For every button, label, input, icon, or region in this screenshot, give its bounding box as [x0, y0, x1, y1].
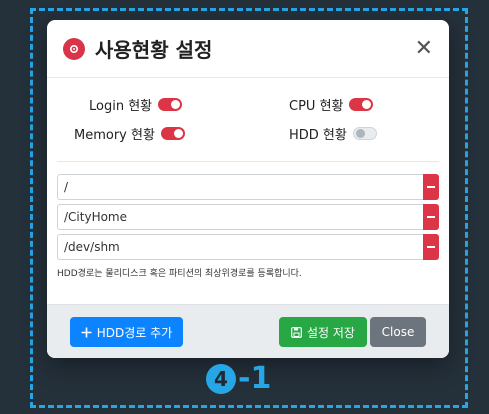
- toggle-switch-memory[interactable]: [160, 127, 185, 140]
- hdd-path-input[interactable]: [57, 204, 423, 230]
- toggle-switch-cpu[interactable]: [349, 98, 374, 111]
- add-hdd-path-label: HDD경로 추가: [96, 325, 173, 340]
- annotation-number-badge: 4: [206, 364, 236, 394]
- usage-settings-modal: 사용현황 설정 ✕ Login 현황 CPU 현황 Memory 현황 HDD …: [47, 20, 449, 358]
- minus-icon: [427, 186, 435, 188]
- gear-icon: [63, 37, 85, 60]
- background: 사용현황 설정 ✕ Login 현황 CPU 현황 Memory 현황 HDD …: [0, 0, 489, 414]
- save-settings-label: 설정 저장: [307, 325, 355, 340]
- modal-title: 사용현황 설정: [95, 38, 213, 62]
- hdd-path-row: [57, 234, 439, 260]
- modal-footer: HDD경로 추가 설정 저장 Close: [47, 304, 449, 358]
- toggle-label-login: Login 현황: [89, 99, 153, 114]
- toggle-section: Login 현황 CPU 현황 Memory 현황 HDD 현황: [57, 78, 439, 162]
- plus-icon: [81, 327, 92, 338]
- toggle-memory[interactable]: Memory 현황: [74, 124, 185, 143]
- annotation-suffix: -1: [238, 361, 272, 396]
- hdd-path-input[interactable]: [57, 234, 423, 260]
- toggle-cpu[interactable]: CPU 현황: [289, 95, 374, 114]
- remove-path-button[interactable]: [423, 174, 439, 200]
- toggle-label-memory: Memory 현황: [74, 128, 155, 143]
- remove-path-button[interactable]: [423, 234, 439, 260]
- toggle-switch-hdd[interactable]: [352, 127, 377, 140]
- close-icon[interactable]: ✕: [415, 37, 433, 60]
- hdd-path-hint: HDD경로는 물리디스크 혹은 파티션의 최상위경로를 등록합니다.: [57, 269, 302, 279]
- minus-icon: [427, 216, 435, 218]
- toggle-label-hdd: HDD 현황: [289, 128, 347, 143]
- save-settings-button[interactable]: 설정 저장: [279, 317, 367, 347]
- hdd-path-row: [57, 204, 439, 230]
- toggle-login[interactable]: Login 현황: [89, 95, 183, 114]
- toggle-label-cpu: CPU 현황: [289, 99, 344, 114]
- toggle-switch-login[interactable]: [158, 98, 183, 111]
- hdd-path-row: [57, 174, 439, 200]
- hdd-path-list: HDD경로는 물리디스크 혹은 파티션의 최상위경로를 등록합니다.: [47, 162, 449, 279]
- annotation-label: 4 -1: [206, 364, 271, 394]
- close-button[interactable]: Close: [370, 317, 426, 347]
- toggle-hdd[interactable]: HDD 현황: [289, 124, 377, 143]
- modal-header: 사용현황 설정 ✕: [47, 20, 449, 78]
- close-button-label: Close: [381, 325, 415, 339]
- minus-icon: [427, 246, 435, 248]
- save-icon: [291, 326, 302, 338]
- remove-path-button[interactable]: [423, 204, 439, 230]
- hdd-path-input[interactable]: [57, 174, 423, 200]
- add-hdd-path-button[interactable]: HDD경로 추가: [70, 317, 183, 347]
